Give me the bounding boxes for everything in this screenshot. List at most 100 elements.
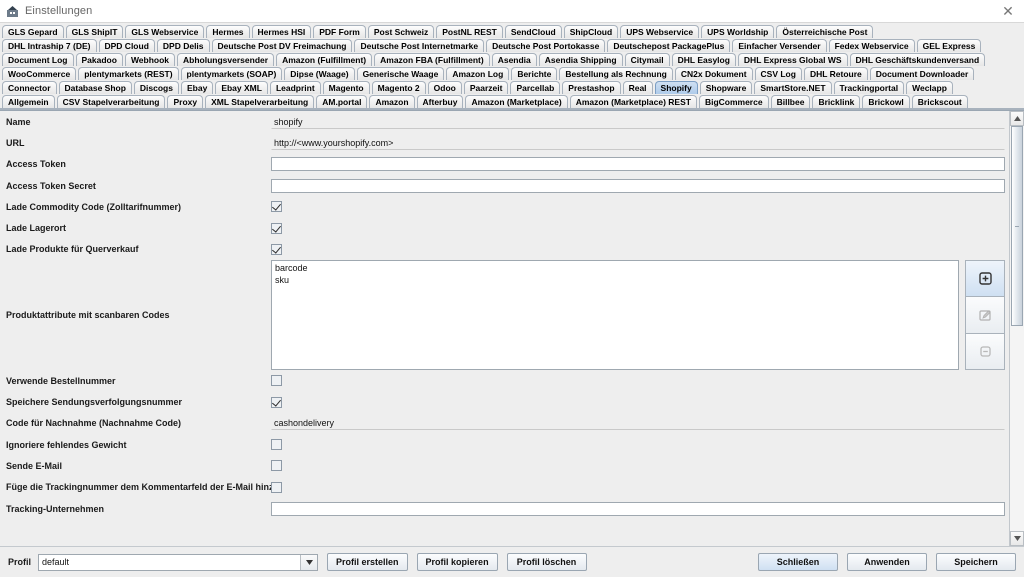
tab-smartstore-net[interactable]: SmartStore.NET bbox=[754, 81, 832, 94]
lade-lagerort-checkbox[interactable] bbox=[271, 222, 282, 234]
tab-cn2x-dokument[interactable]: CN2x Dokument bbox=[674, 67, 753, 80]
tab-amazon[interactable]: Amazon bbox=[369, 95, 415, 108]
tab-allgemein[interactable]: Allgemein bbox=[2, 95, 55, 108]
tab-hermes-hsi[interactable]: Hermes HSI bbox=[251, 25, 312, 38]
tab-brickscout[interactable]: Brickscout bbox=[911, 95, 968, 108]
tab-abholungsversender[interactable]: Abholungsversender bbox=[177, 53, 275, 66]
tab-einfacher-versender[interactable]: Einfacher Versender bbox=[732, 39, 827, 52]
tab-xml-stapelverarbeitung[interactable]: XML Stapelverarbeitung bbox=[205, 95, 315, 108]
tab-csv-stapelverarbeitung[interactable]: CSV Stapelverarbeitung bbox=[56, 95, 166, 108]
tab-trackingportal[interactable]: Trackingportal bbox=[833, 81, 905, 94]
tab-dhl-easylog[interactable]: DHL Easylog bbox=[671, 53, 736, 66]
tab-plentymarkets-soap[interactable]: plentymarkets (SOAP) bbox=[180, 67, 283, 80]
tab-dipse-waage[interactable]: Dipse (Waage) bbox=[284, 67, 355, 80]
tab-gel-express[interactable]: GEL Express bbox=[916, 39, 982, 52]
tab-leadprint[interactable]: Leadprint bbox=[269, 81, 321, 94]
tab-deutsche-post-dv-freimachung[interactable]: Deutsche Post DV Freimachung bbox=[211, 39, 353, 52]
tab-bestellung-als-rechnung[interactable]: Bestellung als Rechnung bbox=[559, 67, 673, 80]
tab-database-shop[interactable]: Database Shop bbox=[58, 81, 132, 94]
tab-dpd-delis[interactable]: DPD Delis bbox=[156, 39, 210, 52]
tab-amazon-marketplace-rest[interactable]: Amazon (Marketplace) REST bbox=[569, 95, 697, 108]
tab-dhl-express-global-ws[interactable]: DHL Express Global WS bbox=[737, 53, 848, 66]
tab-amazon-log[interactable]: Amazon Log bbox=[446, 67, 510, 80]
nachnahme-code-input[interactable] bbox=[271, 416, 1005, 431]
profil-erstellen-button[interactable]: Profil erstellen bbox=[327, 553, 408, 571]
tab-connector[interactable]: Connector bbox=[2, 81, 57, 94]
tab-afterbuy[interactable]: Afterbuy bbox=[416, 95, 464, 108]
access-token-input[interactable] bbox=[271, 157, 1005, 172]
tab-asendia-shipping[interactable]: Asendia Shipping bbox=[538, 53, 623, 66]
tab-shopware[interactable]: Shopware bbox=[699, 81, 753, 94]
tab-pakadoo[interactable]: Pakadoo bbox=[75, 53, 123, 66]
profil-select[interactable]: default bbox=[38, 553, 319, 571]
scrollbar-track[interactable] bbox=[1010, 126, 1024, 531]
anwenden-button[interactable]: Anwenden bbox=[847, 553, 927, 571]
tab-discogs[interactable]: Discogs bbox=[133, 81, 179, 94]
lade-produkte-querverkauf-checkbox[interactable] bbox=[271, 243, 282, 255]
fuege-trackingnummer-kommentarfeld-checkbox[interactable] bbox=[271, 481, 282, 493]
tab-magento-2[interactable]: Magento 2 bbox=[371, 81, 426, 94]
tab-dhl-intraship-7-de[interactable]: DHL Intraship 7 (DE) bbox=[2, 39, 97, 52]
chevron-down-icon[interactable] bbox=[300, 554, 318, 570]
vertical-scrollbar[interactable] bbox=[1009, 111, 1024, 546]
sende-email-checkbox[interactable] bbox=[271, 460, 282, 472]
tab-dpd-cloud[interactable]: DPD Cloud bbox=[98, 39, 155, 52]
tab-fedex-webservice[interactable]: Fedex Webservice bbox=[828, 39, 915, 52]
tab-amazon-fba-fulfillment[interactable]: Amazon FBA (Fulfillment) bbox=[374, 53, 490, 66]
tab-amazon-marketplace[interactable]: Amazon (Marketplace) bbox=[465, 95, 568, 108]
tab-real[interactable]: Real bbox=[622, 81, 653, 94]
access-token-secret-input[interactable] bbox=[271, 178, 1005, 193]
lade-commodity-code-checkbox[interactable] bbox=[271, 201, 282, 213]
tab-magento[interactable]: Magento bbox=[322, 81, 370, 94]
tab-shipcloud[interactable]: ShipCloud bbox=[563, 25, 619, 38]
tab-dhl-retoure[interactable]: DHL Retoure bbox=[803, 67, 868, 80]
tab-deutsche-post-portokasse[interactable]: Deutsche Post Portokasse bbox=[486, 39, 606, 52]
tab-document-downloader[interactable]: Document Downloader bbox=[869, 67, 975, 80]
tab-woocommerce[interactable]: WooCommerce bbox=[2, 67, 77, 80]
scroll-down-arrow-icon[interactable] bbox=[1010, 531, 1024, 546]
tab-sterreichische-post[interactable]: Österreichische Post bbox=[776, 25, 874, 38]
tab-ups-worldship[interactable]: UPS Worldship bbox=[701, 25, 775, 38]
tab-dhl-gesch-ftskundenversand[interactable]: DHL Geschäftskundenversand bbox=[849, 53, 986, 66]
tab-gls-gepard[interactable]: GLS Gepard bbox=[2, 25, 64, 38]
tab-postnl-rest[interactable]: PostNL REST bbox=[436, 25, 503, 38]
tab-prestashop[interactable]: Prestashop bbox=[562, 81, 621, 94]
speichern-button[interactable]: Speichern bbox=[936, 553, 1016, 571]
tab-asendia[interactable]: Asendia bbox=[491, 53, 537, 66]
name-input[interactable] bbox=[271, 114, 1005, 129]
tab-ebay[interactable]: Ebay bbox=[180, 81, 214, 94]
tab-pdf-form[interactable]: PDF Form bbox=[313, 25, 366, 38]
tab-webhook[interactable]: Webhook bbox=[124, 53, 176, 66]
tab-brickowl[interactable]: Brickowl bbox=[862, 95, 910, 108]
scrollbar-thumb[interactable] bbox=[1011, 126, 1023, 326]
add-attribute-button[interactable] bbox=[965, 260, 1005, 297]
tab-berichte[interactable]: Berichte bbox=[511, 67, 558, 80]
tab-gls-shipit[interactable]: GLS ShipIT bbox=[65, 25, 124, 38]
tab-parcellab[interactable]: Parcellab bbox=[510, 81, 561, 94]
tab-generische-waage[interactable]: Generische Waage bbox=[356, 67, 445, 80]
tab-weclapp[interactable]: Weclapp bbox=[906, 81, 953, 94]
tab-citymail[interactable]: Citymail bbox=[624, 53, 670, 66]
tab-bigcommerce[interactable]: BigCommerce bbox=[698, 95, 769, 108]
tab-ebay-xml[interactable]: Ebay XML bbox=[215, 81, 268, 94]
tab-ups-webservice[interactable]: UPS Webservice bbox=[620, 25, 700, 38]
profil-löschen-button[interactable]: Profil löschen bbox=[506, 553, 587, 571]
tab-deutsche-post-internetmarke[interactable]: Deutsche Post Internetmarke bbox=[354, 39, 485, 52]
list-item[interactable]: sku bbox=[275, 275, 955, 287]
tab-paarzeit[interactable]: Paarzeit bbox=[463, 81, 509, 94]
tab-deutschepost-packageplus[interactable]: Deutschepost PackagePlus bbox=[607, 39, 731, 52]
scroll-up-arrow-icon[interactable] bbox=[1010, 111, 1024, 126]
ignoriere-fehlendes-gewicht-checkbox[interactable] bbox=[271, 439, 282, 451]
tab-plentymarkets-rest[interactable]: plentymarkets (REST) bbox=[78, 67, 179, 80]
tab-sendcloud[interactable]: SendCloud bbox=[504, 25, 562, 38]
tab-amazon-fulfillment[interactable]: Amazon (Fulfillment) bbox=[276, 53, 373, 66]
tab-csv-log[interactable]: CSV Log bbox=[754, 67, 802, 80]
tracking-unternehmen-input[interactable] bbox=[271, 501, 1005, 516]
tab-odoo[interactable]: Odoo bbox=[427, 81, 462, 94]
speichere-sendungsverfolgungsnummer-checkbox[interactable] bbox=[271, 396, 282, 408]
produktattribute-listbox[interactable]: barcode sku bbox=[271, 260, 959, 371]
tab-bricklink[interactable]: Bricklink bbox=[812, 95, 861, 108]
tab-document-log[interactable]: Document Log bbox=[2, 53, 74, 66]
tab-am-portal[interactable]: AM.portal bbox=[316, 95, 368, 108]
list-item[interactable]: barcode bbox=[275, 263, 955, 275]
